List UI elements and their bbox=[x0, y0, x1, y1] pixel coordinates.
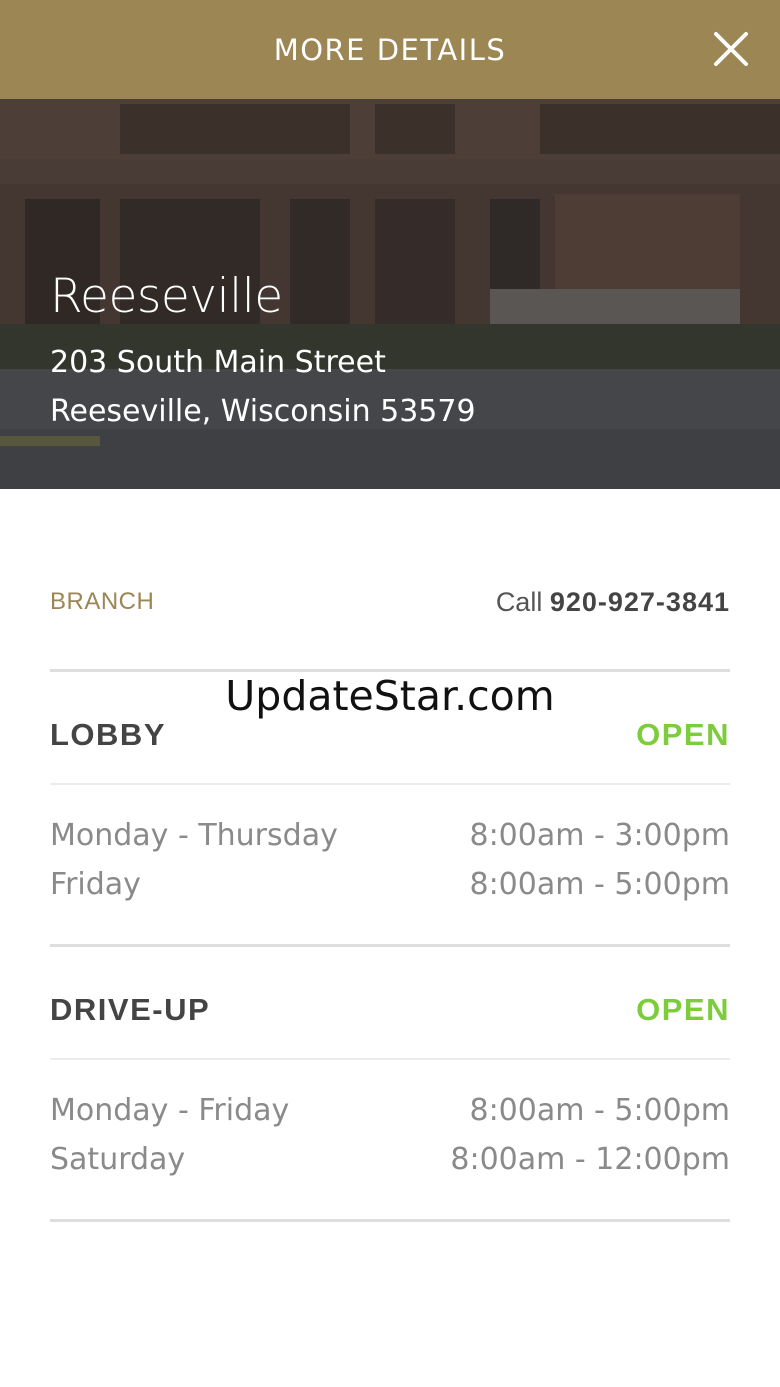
header-bar: MORE DETAILS bbox=[0, 0, 780, 99]
branch-photo: Reeseville 203 South Main Street Reesevi… bbox=[0, 99, 780, 489]
driveup-hours: Monday - Friday 8:00am - 5:00pm Saturday… bbox=[50, 1086, 730, 1184]
driveup-header: DRIVE-UP OPEN bbox=[50, 985, 730, 1035]
hours-days: Friday bbox=[50, 867, 141, 902]
branch-label: BRANCH bbox=[50, 588, 155, 615]
close-icon[interactable] bbox=[712, 30, 750, 68]
hours-days: Saturday bbox=[50, 1142, 186, 1177]
divider bbox=[50, 944, 730, 947]
phone-number[interactable]: 920-927-3841 bbox=[550, 587, 730, 617]
divider bbox=[50, 1219, 730, 1222]
driveup-title: DRIVE-UP bbox=[50, 992, 211, 1027]
hours-time: 8:00am - 12:00pm bbox=[450, 1142, 730, 1177]
hours-days: Monday - Thursday bbox=[50, 818, 338, 853]
branch-info: Reeseville 203 South Main Street Reesevi… bbox=[50, 269, 476, 436]
address-line-1: 203 South Main Street bbox=[50, 345, 386, 380]
divider bbox=[50, 1058, 730, 1060]
hours-row: Monday - Thursday 8:00am - 3:00pm bbox=[50, 811, 730, 860]
branch-name: Reeseville bbox=[50, 269, 283, 324]
driveup-status: OPEN bbox=[636, 992, 730, 1027]
watermark: UpdateStar.com bbox=[225, 672, 555, 720]
address-line-2: Reeseville, Wisconsin 53579 bbox=[50, 394, 476, 429]
hours-row: Friday 8:00am - 5:00pm bbox=[50, 860, 730, 909]
call-link[interactable]: Call 920-927-3841 bbox=[496, 587, 730, 618]
hours-row: Monday - Friday 8:00am - 5:00pm bbox=[50, 1086, 730, 1135]
hours-days: Monday - Friday bbox=[50, 1093, 290, 1128]
lobby-hours: Monday - Thursday 8:00am - 3:00pm Friday… bbox=[50, 811, 730, 909]
hours-time: 8:00am - 3:00pm bbox=[469, 818, 730, 853]
divider bbox=[50, 783, 730, 785]
call-prefix: Call bbox=[495, 586, 543, 617]
hours-time: 8:00am - 5:00pm bbox=[469, 867, 730, 902]
branch-contact-row: BRANCH Call 920-927-3841 bbox=[50, 582, 730, 622]
lobby-title: LOBBY bbox=[50, 717, 166, 752]
page-title: MORE DETAILS bbox=[273, 32, 507, 67]
hours-time: 8:00am - 5:00pm bbox=[469, 1093, 730, 1128]
hours-row: Saturday 8:00am - 12:00pm bbox=[50, 1135, 730, 1184]
lobby-status: OPEN bbox=[636, 717, 730, 752]
